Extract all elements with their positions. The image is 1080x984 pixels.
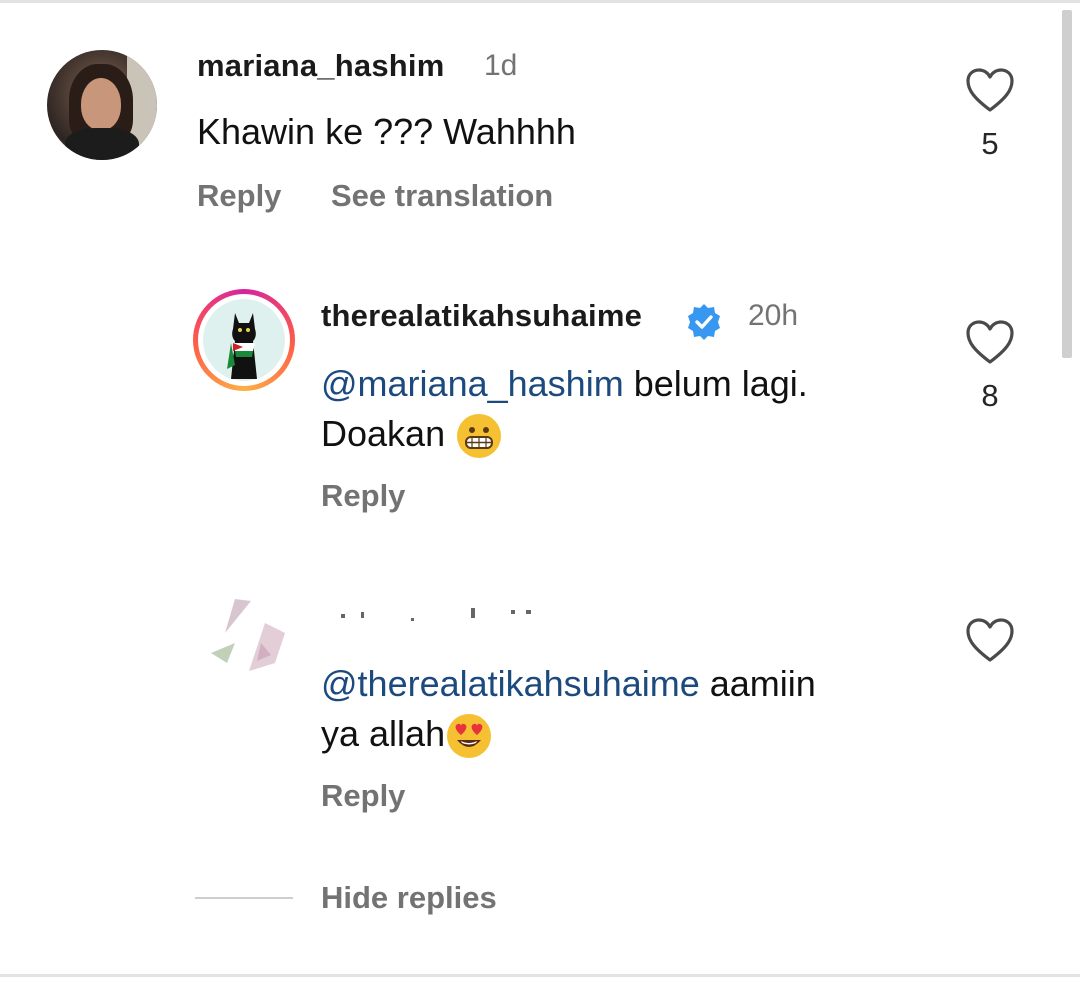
bottom-divider [0, 974, 1080, 977]
reply-text-line1: @therealatikahsuhaime aamiin [321, 663, 816, 704]
avatar-obscured[interactable] [205, 593, 287, 675]
reply-text-line2: ya allah [321, 708, 493, 760]
reply-text-line2: Doakan [321, 408, 503, 460]
comment-time: 1d [484, 49, 518, 82]
comment-text: Khawin ke ??? Wahhhh [197, 111, 576, 152]
reply-button[interactable]: Reply [321, 478, 405, 514]
like-count: 8 [981, 378, 999, 413]
reply-username[interactable]: therealatikahsuhaime [321, 298, 642, 334]
verified-badge-icon [688, 304, 720, 340]
reply-time: 20h [748, 299, 799, 332]
mention-link[interactable]: @mariana_hashim [321, 363, 624, 404]
like-count: 5 [981, 126, 999, 161]
reply-button[interactable]: Reply [197, 178, 281, 214]
heart-icon[interactable] [964, 318, 1016, 366]
comment-username[interactable]: mariana_hashim [197, 48, 444, 84]
heart-icon[interactable] [964, 616, 1016, 664]
see-translation-button[interactable]: See translation [331, 178, 553, 214]
scrollbar[interactable] [1062, 10, 1072, 358]
avatar-therealatikahsuhaime[interactable] [193, 289, 295, 391]
top-divider [0, 0, 1080, 3]
reply-text-line1: @mariana_hashim belum lagi. [321, 363, 808, 404]
hide-replies-button[interactable]: Hide replies [321, 880, 497, 916]
reply-button[interactable]: Reply [321, 778, 405, 814]
heart-icon[interactable] [964, 66, 1016, 114]
heart-eyes-icon [447, 714, 492, 759]
avatar-mariana[interactable] [47, 50, 157, 160]
cat-icon [227, 313, 257, 379]
hide-replies-line [195, 897, 293, 899]
grinning-face-icon [457, 414, 502, 459]
mention-link[interactable]: @therealatikahsuhaime [321, 663, 700, 704]
obscured-username [321, 604, 551, 626]
